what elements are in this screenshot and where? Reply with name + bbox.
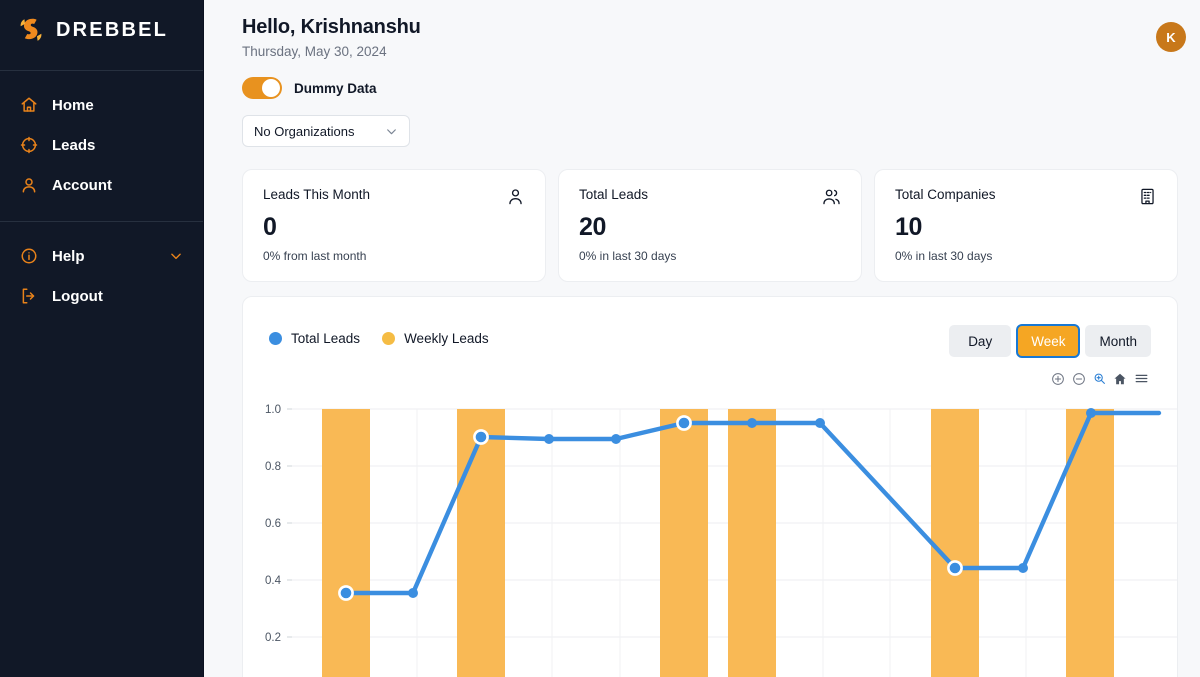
axis-tick-label: 0.6 [265, 518, 281, 530]
sidebar: DREBBEL Home Leads Account Help Logout [0, 0, 204, 677]
main-content: K Hello, Krishnanshu Thursday, May 30, 2… [204, 0, 1200, 677]
sidebar-secondary-nav: Help Logout [0, 222, 203, 316]
avatar-initial: K [1166, 29, 1176, 45]
zoom-select-icon[interactable] [1093, 372, 1106, 385]
legend-label: Total Leads [291, 331, 361, 346]
chart-bar [931, 409, 979, 677]
axis-tick-label: 0.4 [265, 575, 282, 587]
chart-bar [728, 409, 776, 677]
toggle-knob [262, 79, 280, 97]
legend-color-swatch [269, 332, 282, 345]
stat-card-total-leads: Total Leads 20 0% in last 30 days [558, 169, 862, 282]
sidebar-item-label: Help [52, 247, 85, 265]
chart-header: Total Leads Weekly Leads Day Week Month [243, 297, 1177, 358]
users-icon [823, 189, 840, 205]
chart-marker [611, 434, 621, 444]
zoom-out-icon[interactable] [1072, 372, 1086, 386]
chart-panel: Total Leads Weekly Leads Day Week Month [242, 296, 1178, 677]
stat-cards: Leads This Month 0 0% from last month To… [242, 169, 1188, 282]
stat-card-total-companies: Total Companies 10 0% in last 30 days [874, 169, 1178, 282]
brand[interactable]: DREBBEL [0, 2, 203, 58]
dummy-data-row: Dummy Data [242, 77, 1188, 99]
chart-marker [747, 418, 757, 428]
chart-toolbar [243, 357, 1177, 386]
organization-select[interactable]: No Organizations [242, 115, 410, 147]
chevron-down-icon [387, 128, 396, 134]
card-header: Total Leads [579, 187, 841, 206]
card-header: Total Companies [895, 187, 1157, 206]
home-reset-icon[interactable] [1113, 372, 1127, 386]
legend-label: Weekly Leads [404, 331, 489, 346]
range-button-week[interactable]: Week [1016, 324, 1081, 358]
chart-marker [544, 434, 554, 444]
organization-select-value: No Organizations [254, 123, 355, 139]
card-subtext: 0% from last month [263, 249, 367, 263]
info-circle-icon [21, 248, 37, 264]
building-icon [1141, 188, 1154, 205]
home-icon [21, 97, 37, 112]
avatar[interactable]: K [1156, 22, 1186, 52]
target-icon [20, 136, 38, 154]
chart-bar [457, 409, 505, 677]
range-button-day[interactable]: Day [949, 325, 1012, 357]
drebbel-logo-icon [20, 18, 42, 41]
chart-marker [1086, 408, 1096, 418]
card-subtext: 0% in last 30 days [579, 249, 677, 263]
card-title: Total Companies [895, 187, 996, 202]
chevron-down-icon[interactable] [169, 249, 183, 263]
chart-marker [947, 560, 963, 576]
card-subtext: 0% in last 30 days [895, 249, 993, 263]
card-value: 10 [895, 213, 923, 241]
dummy-data-toggle[interactable] [242, 77, 282, 99]
dummy-data-label: Dummy Data [294, 80, 377, 96]
sidebar-item-label: Leads [52, 136, 96, 154]
legend-item-weekly-leads[interactable]: Weekly Leads [382, 331, 489, 346]
chart-marker [338, 585, 354, 601]
zoom-in-icon[interactable] [1051, 372, 1065, 386]
brand-name: DREBBEL [56, 18, 169, 41]
card-value: 20 [579, 213, 607, 241]
chart-range-buttons: Day Week Month [943, 324, 1151, 358]
menu-icon[interactable] [1134, 371, 1149, 386]
card-header: Leads This Month [263, 187, 525, 206]
user-icon [22, 178, 36, 193]
chart-left-axis: 1.0 0.8 0.6 0.4 0.2 [265, 404, 292, 644]
chart-marker [1018, 563, 1028, 573]
axis-tick-label: 1.0 [265, 404, 281, 416]
axis-tick-label: 0.8 [265, 461, 281, 473]
card-title: Leads This Month [263, 187, 371, 202]
chart-marker [815, 418, 825, 428]
sidebar-item-label: Home [52, 96, 94, 114]
page-title: Hello, Krishnanshu [242, 16, 421, 38]
current-date: Thursday, May 30, 2024 [242, 44, 387, 59]
sidebar-item-leads[interactable]: Leads [0, 125, 203, 165]
logout-icon [22, 288, 35, 304]
range-button-month[interactable]: Month [1085, 325, 1151, 357]
stat-card-leads-this-month: Leads This Month 0 0% from last month [242, 169, 546, 282]
chart-plot-area[interactable]: 1.0 0.8 0.6 0.4 0.2 [243, 395, 1177, 677]
sidebar-item-help[interactable]: Help [0, 236, 203, 276]
user-icon [509, 189, 522, 205]
sidebar-item-account[interactable]: Account [0, 165, 203, 205]
sidebar-nav: Home Leads Account [0, 71, 203, 205]
sidebar-item-label: Logout [52, 287, 103, 305]
card-value: 0 [263, 213, 277, 241]
legend-color-swatch [382, 332, 396, 345]
sidebar-item-label: Account [52, 176, 112, 194]
card-title: Total Leads [579, 187, 649, 202]
chart-bar [322, 409, 370, 677]
sidebar-item-home[interactable]: Home [0, 85, 203, 125]
legend-item-total-leads[interactable]: Total Leads [269, 331, 360, 346]
chart-marker [676, 415, 692, 431]
app-root: DREBBEL Home Leads Account Help Logout K… [0, 0, 1200, 677]
chart-bar [660, 409, 708, 677]
chart-svg: 1.0 0.8 0.6 0.4 0.2 [265, 404, 1177, 677]
chart-legend: Total Leads Weekly Leads [269, 325, 489, 346]
sidebar-item-logout[interactable]: Logout [0, 276, 203, 316]
chart-marker [473, 429, 489, 445]
chart-marker [408, 588, 418, 598]
axis-tick-label: 0.2 [265, 632, 281, 644]
